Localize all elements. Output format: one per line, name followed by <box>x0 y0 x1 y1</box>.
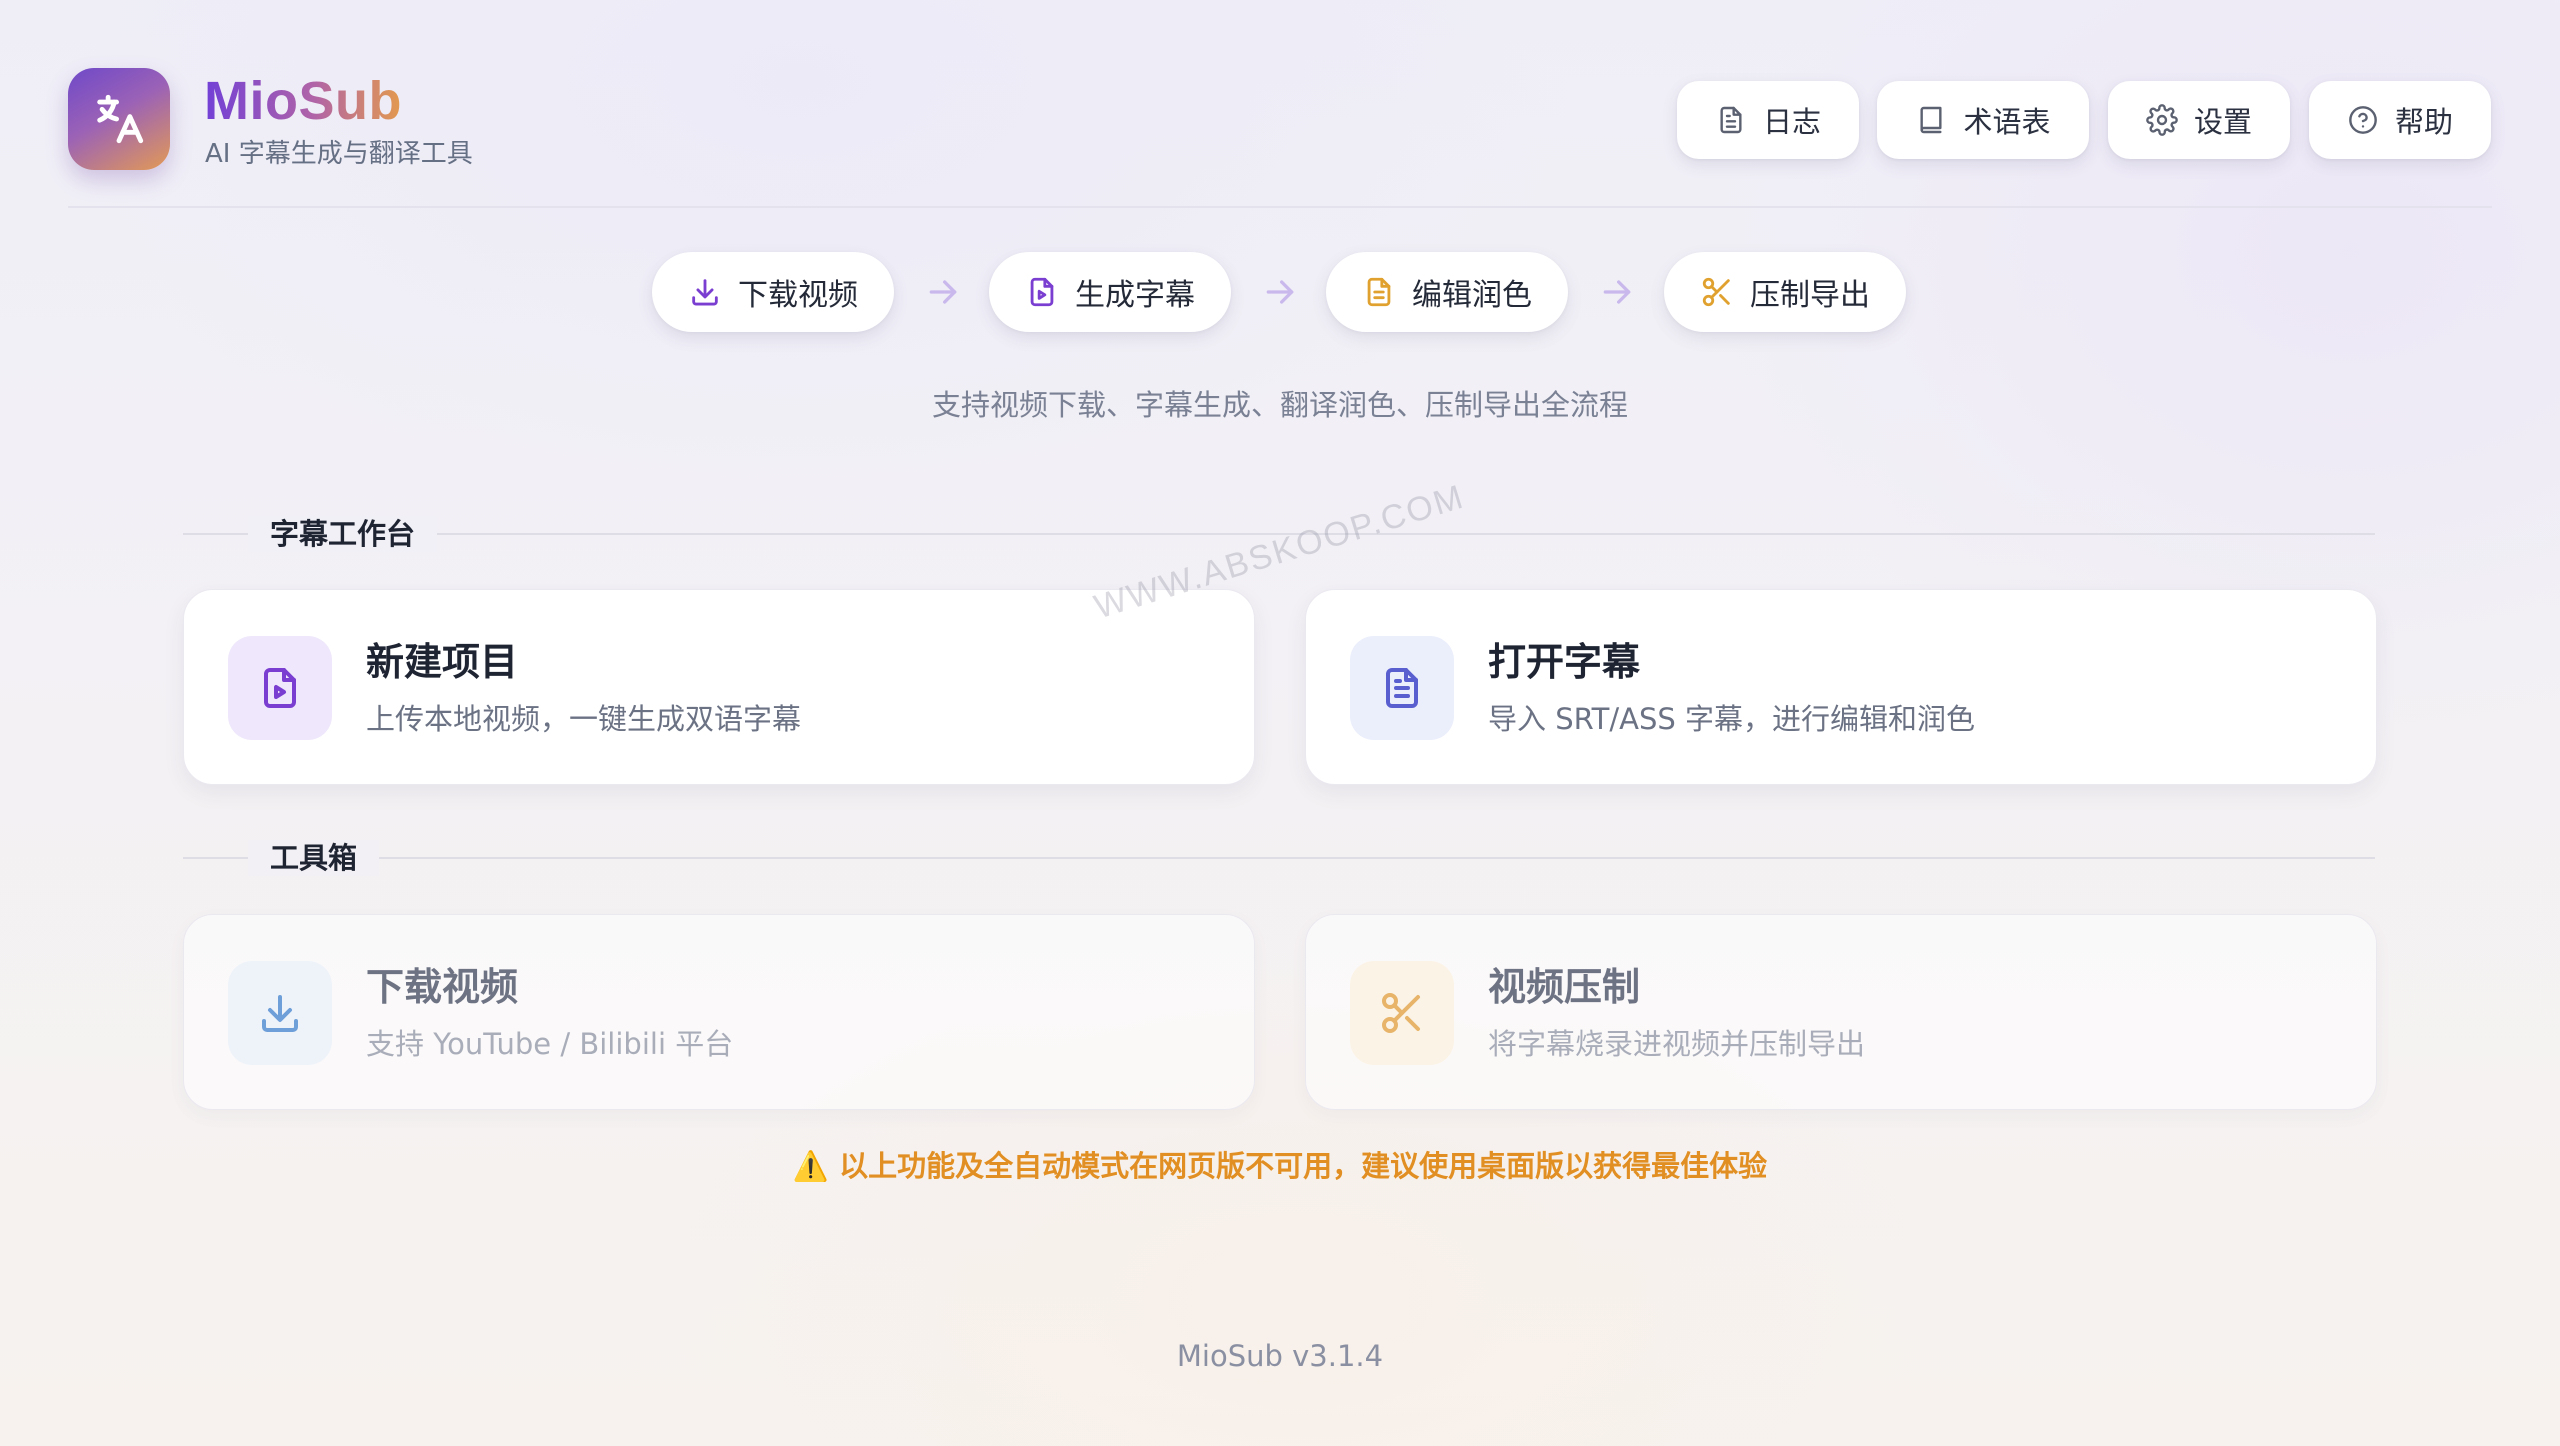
section-title-workbench: 字幕工作台 <box>248 516 438 552</box>
web-unavailable-warning: ⚠️ 以上功能及全自动模式在网页版不可用，建议使用桌面版以获得最佳体验 <box>0 1146 2560 1186</box>
download-icon <box>692 279 718 306</box>
download-video-icon-tile <box>228 961 332 1065</box>
warning-icon: ⚠️ <box>792 1149 829 1183</box>
arrow-right-icon <box>1603 280 1631 304</box>
scissors-icon <box>1382 993 1420 1033</box>
card-title: 视频压制 <box>1488 965 1641 1009</box>
settings-button-label: 设置 <box>2193 105 2252 139</box>
new-project-card[interactable]: 新建项目 上传本地视频，一键生成双语字幕 <box>183 589 1255 785</box>
glossary-button-label: 术语表 <box>1963 105 2051 139</box>
help-button-label: 帮助 <box>2394 105 2453 139</box>
logs-button[interactable]: 日志 <box>1677 81 1859 159</box>
help-circle-icon <box>2349 106 2377 134</box>
card-title: 打开字幕 <box>1488 640 1641 684</box>
arrow-right-icon <box>929 280 957 304</box>
book-icon <box>1920 106 1943 134</box>
version-label: MioSub v3.1.4 <box>1176 1339 1384 1373</box>
app-title: MioSub <box>204 71 402 131</box>
step-label: 编辑润色 <box>1412 278 1532 313</box>
download-icon <box>262 995 298 1032</box>
step-download-video: 下载视频 <box>652 252 894 332</box>
app-subtitle: AI 字幕生成与翻译工具 <box>205 139 473 169</box>
card-description: 支持 YouTube / Bilibili 平台 <box>366 1027 734 1061</box>
translate-icon <box>97 94 144 144</box>
card-title: 新建项目 <box>366 640 519 684</box>
video-burn-card[interactable]: 视频压制 将字幕烧录进视频并压制导出 <box>1305 914 2377 1110</box>
step-burn-export: 压制导出 <box>1664 252 1906 332</box>
video-burn-icon-tile <box>1350 961 1454 1065</box>
download-video-card[interactable]: 下载视频 支持 YouTube / Bilibili 平台 <box>183 914 1255 1110</box>
text-file-icon <box>1386 668 1418 708</box>
step-edit-polish: 编辑润色 <box>1326 252 1568 332</box>
scissors-icon <box>1702 277 1730 307</box>
card-description: 上传本地视频，一键生成双语字幕 <box>366 702 802 736</box>
step-label: 压制导出 <box>1750 278 1870 313</box>
step-label: 生成字幕 <box>1075 278 1195 313</box>
logs-button-label: 日志 <box>1762 105 1821 139</box>
warning-text: 以上功能及全自动模式在网页版不可用，建议使用桌面版以获得最佳体验 <box>839 1149 1768 1183</box>
video-file-icon <box>1030 277 1054 307</box>
open-subtitle-card[interactable]: 打开字幕 导入 SRT/ASS 字幕，进行编辑和润色 <box>1305 589 2377 785</box>
video-file-icon <box>264 668 296 708</box>
document-icon <box>1720 106 1742 134</box>
arrow-right-icon <box>1266 280 1294 304</box>
new-project-icon-tile <box>228 636 332 740</box>
gear-icon <box>2146 104 2178 136</box>
step-generate-subtitles: 生成字幕 <box>989 252 1231 332</box>
section-title-toolbox: 工具箱 <box>248 840 380 876</box>
settings-button[interactable]: 设置 <box>2108 81 2290 159</box>
open-subtitle-icon-tile <box>1350 636 1454 740</box>
step-label: 下载视频 <box>738 278 858 313</box>
glossary-button[interactable]: 术语表 <box>1877 81 2089 159</box>
card-title: 下载视频 <box>366 965 519 1009</box>
text-file-icon <box>1367 277 1391 307</box>
card-description: 导入 SRT/ASS 字幕，进行编辑和润色 <box>1488 702 1976 736</box>
help-button[interactable]: 帮助 <box>2309 81 2491 159</box>
section-divider <box>183 857 2375 859</box>
header-divider <box>68 206 2492 208</box>
tagline: 支持视频下载、字幕生成、翻译润色、压制导出全流程 <box>931 388 1628 422</box>
app-logo <box>68 68 170 170</box>
card-description: 将字幕烧录进视频并压制导出 <box>1488 1027 1866 1061</box>
